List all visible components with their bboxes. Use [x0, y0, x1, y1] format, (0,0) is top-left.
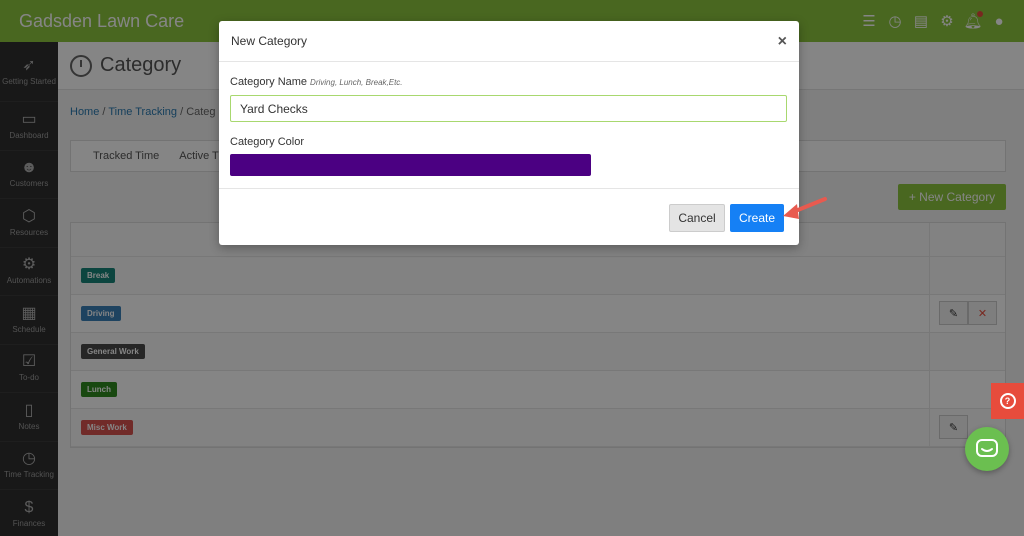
cancel-button[interactable]: Cancel [669, 204, 725, 232]
chat-icon [976, 439, 998, 457]
close-icon[interactable]: × [778, 33, 787, 51]
category-name-hint: Driving, Lunch, Break,Etc. [310, 78, 403, 87]
question-icon: ? [999, 393, 1016, 409]
category-color-label: Category Color [230, 136, 304, 148]
create-button[interactable]: Create [730, 204, 784, 232]
help-button[interactable]: ? [991, 383, 1024, 419]
modal-title: New Category [231, 34, 308, 48]
category-name-label: Category Name Driving, Lunch, Break,Etc. [230, 76, 403, 88]
category-name-label-text: Category Name [230, 76, 308, 88]
chat-launcher-button[interactable] [965, 427, 1009, 471]
new-category-modal: New Category × Category Name Driving, Lun… [219, 21, 799, 245]
modal-header: New Category × [219, 21, 799, 62]
pointer-arrow-icon [783, 197, 827, 219]
modal-footer: Cancel Create [219, 188, 799, 245]
category-color-picker[interactable] [230, 154, 591, 176]
category-name-input[interactable] [230, 95, 787, 122]
